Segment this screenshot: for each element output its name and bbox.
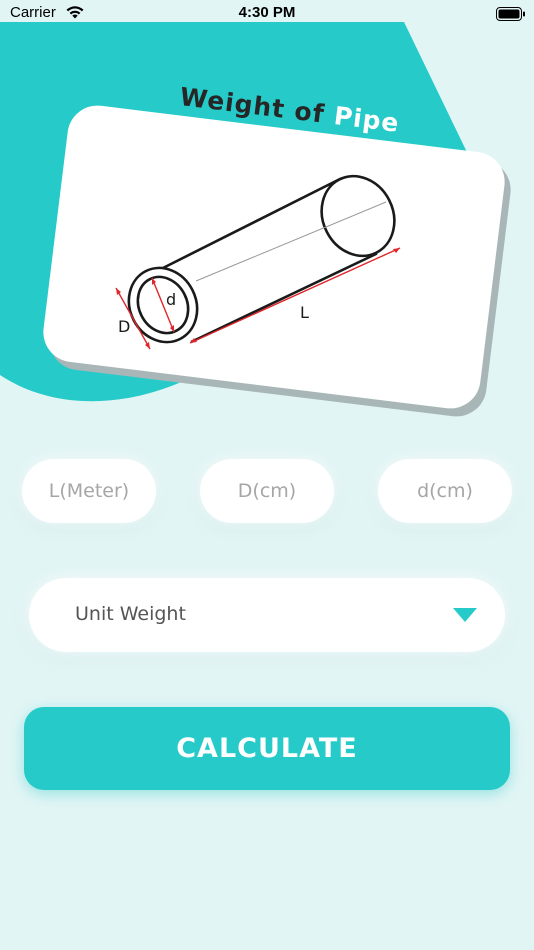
status-time: 4:30 PM <box>238 4 296 21</box>
outer-diameter-input[interactable] <box>200 459 334 523</box>
calculate-button[interactable]: CALCULATE <box>24 707 510 790</box>
length-label: L <box>300 303 309 322</box>
battery-icon <box>496 7 525 21</box>
unit-weight-dropdown[interactable]: Unit Weight <box>29 578 505 652</box>
status-bar: Carrier 4:30 PM <box>0 0 534 26</box>
pipe-diagram-icon: d D L <box>115 174 401 350</box>
inner-diameter-label: d <box>166 290 176 309</box>
outer-diameter-label: D <box>118 317 130 336</box>
unit-weight-label: Unit Weight <box>75 603 186 625</box>
inner-diameter-input[interactable] <box>378 459 512 523</box>
caret-down-icon <box>453 608 477 622</box>
length-input[interactable] <box>22 459 156 523</box>
